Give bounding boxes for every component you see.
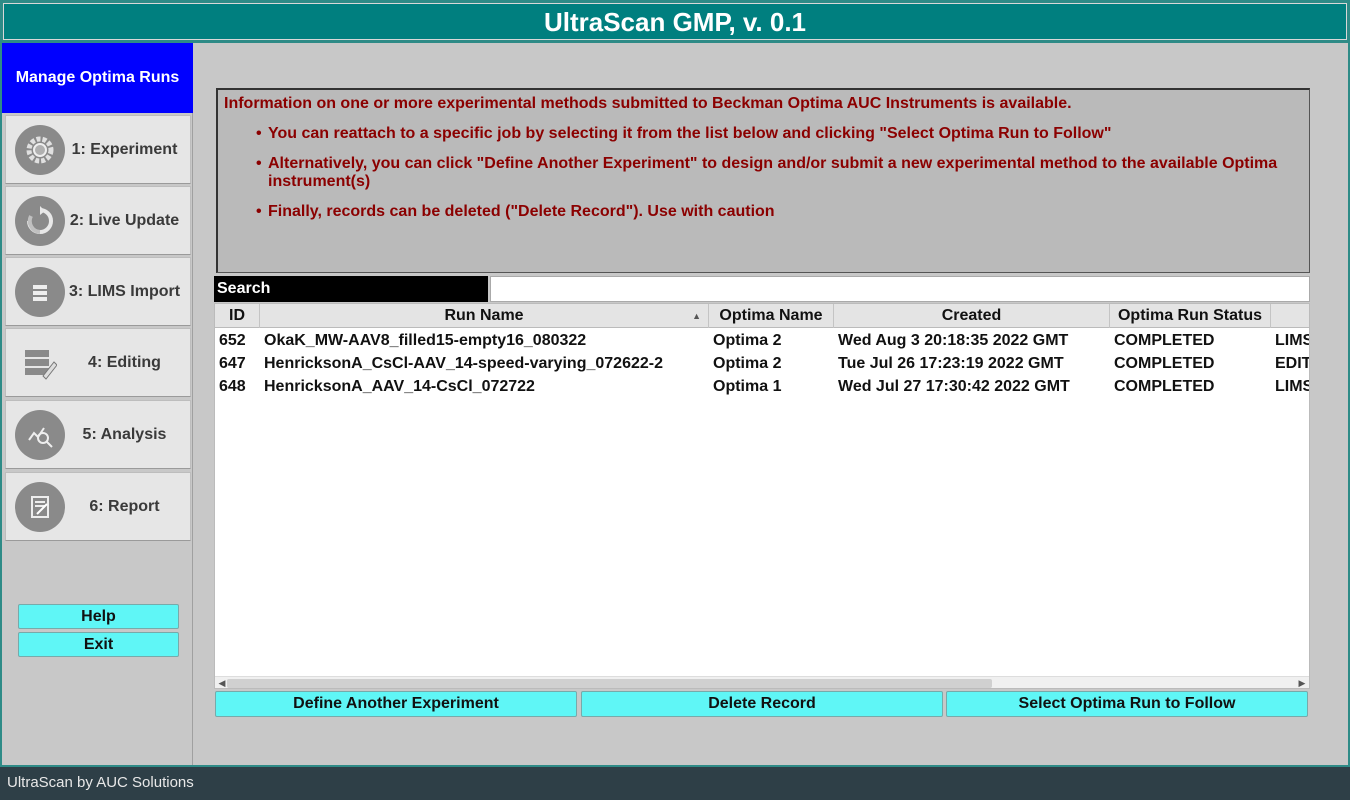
- scrollbar-thumb[interactable]: [227, 679, 992, 688]
- runs-table[interactable]: ID Run Name ▲ Optima Name Created Optima…: [214, 303, 1310, 689]
- sidebar-item-report[interactable]: 6: Report: [5, 472, 191, 541]
- info-bullet-list: You can reattach to a specific job by se…: [224, 125, 1303, 221]
- sidebar-header-manage-optima-runs[interactable]: Manage Optima Runs: [2, 43, 193, 113]
- cell-created: Tue Jul 26 17:23:19 2022 GMT: [838, 355, 1064, 372]
- cloud-database-icon: [15, 266, 65, 317]
- sidebar-item-live-update[interactable]: 2: Live Update: [5, 186, 191, 255]
- exit-button[interactable]: Exit: [18, 632, 179, 657]
- sidebar-item-label: 1: Experiment: [71, 140, 178, 158]
- table-row[interactable]: 647 HenricksonA_CsCl-AAV_14-speed-varyin…: [215, 352, 1310, 375]
- sidebar-item-experiment[interactable]: 1: Experiment: [5, 115, 191, 184]
- cell-status: LIMS: [1275, 332, 1310, 349]
- cell-created: Wed Jul 27 17:30:42 2022 GMT: [838, 378, 1070, 395]
- sort-ascending-icon: ▲: [692, 311, 701, 321]
- sidebar-item-lims-import[interactable]: 3: LIMS Import: [5, 257, 191, 326]
- define-another-experiment-button[interactable]: Define Another Experiment: [215, 691, 577, 717]
- horizontal-scrollbar[interactable]: ◀ ▶: [215, 676, 1309, 688]
- cell-run-status: COMPLETED: [1114, 378, 1215, 395]
- gear-icon: [15, 124, 65, 175]
- cell-run-name: OkaK_MW-AAV8_filled15-empty16_080322: [264, 332, 587, 349]
- app-window: UltraScan GMP, v. 0.1 Manage Optima Runs…: [0, 0, 1350, 800]
- report-icon: [15, 481, 65, 532]
- refresh-icon: [15, 195, 65, 246]
- cell-id: 647: [219, 355, 246, 372]
- table-row[interactable]: 652 OkaK_MW-AAV8_filled15-empty16_080322…: [215, 329, 1310, 352]
- search-input[interactable]: [490, 276, 1310, 302]
- cell-optima-name: Optima 1: [713, 378, 782, 395]
- status-bar: UltraScan by AUC Solutions: [0, 767, 1350, 800]
- table-header: ID Run Name ▲ Optima Name Created Optima…: [215, 304, 1309, 328]
- column-header-optima-run-status[interactable]: Optima Run Status: [1110, 304, 1271, 328]
- chart-search-icon: [15, 409, 65, 460]
- column-header-run-name[interactable]: Run Name ▲: [260, 304, 709, 328]
- delete-record-button[interactable]: Delete Record: [581, 691, 943, 717]
- column-header-optima-name[interactable]: Optima Name: [709, 304, 834, 328]
- cell-optima-name: Optima 2: [713, 355, 782, 372]
- search-label: Search: [214, 276, 488, 302]
- window-title: UltraScan GMP, v. 0.1: [3, 3, 1347, 40]
- edit-database-icon: [15, 338, 65, 388]
- column-header-created[interactable]: Created: [834, 304, 1110, 328]
- sidebar-item-analysis[interactable]: 5: Analysis: [5, 400, 191, 469]
- cell-run-status: COMPLETED: [1114, 355, 1215, 372]
- column-header-label: Run Name: [444, 307, 524, 324]
- scroll-right-icon[interactable]: ▶: [1295, 677, 1309, 688]
- sidebar-item-editing[interactable]: 4: Editing: [5, 328, 191, 397]
- sidebar-item-label: 2: Live Update: [69, 211, 180, 229]
- cell-status: EDIT: [1275, 355, 1310, 372]
- cell-optima-name: Optima 2: [713, 332, 782, 349]
- sidebar-item-label: 3: LIMS Import: [68, 282, 181, 300]
- sidebar-item-label: 4: Editing: [88, 353, 161, 371]
- main-frame: Manage Optima Runs 1: Experiment 2: Live…: [2, 43, 1348, 765]
- sidebar-item-label: 6: Report: [89, 497, 160, 515]
- info-bullet: Alternatively, you can click "Define Ano…: [256, 155, 1303, 191]
- cell-run-name: HenricksonA_AAV_14-CsCl_072722: [264, 378, 535, 395]
- cell-run-name: HenricksonA_CsCl-AAV_14-speed-varying_07…: [264, 355, 663, 372]
- help-button[interactable]: Help: [18, 604, 179, 629]
- sidebar: Manage Optima Runs 1: Experiment 2: Live…: [2, 43, 193, 765]
- select-optima-run-button[interactable]: Select Optima Run to Follow: [946, 691, 1308, 717]
- cell-status: LIMS: [1275, 378, 1310, 395]
- cell-created: Wed Aug 3 20:18:35 2022 GMT: [838, 332, 1069, 349]
- column-header-id[interactable]: ID: [215, 304, 260, 328]
- table-row[interactable]: 648 HenricksonA_AAV_14-CsCl_072722 Optim…: [215, 375, 1310, 398]
- info-bullet: Finally, records can be deleted ("Delete…: [256, 203, 1303, 221]
- cell-run-status: COMPLETED: [1114, 332, 1215, 349]
- info-bullet: You can reattach to a specific job by se…: [256, 125, 1303, 143]
- column-header-status[interactable]: S: [1271, 304, 1309, 328]
- sidebar-item-label: 5: Analysis: [82, 425, 167, 443]
- info-panel: Information on one or more experimental …: [216, 88, 1310, 273]
- cell-id: 652: [219, 332, 246, 349]
- info-lead-text: Information on one or more experimental …: [224, 95, 1072, 112]
- table-body: 652 OkaK_MW-AAV8_filled15-empty16_080322…: [215, 329, 1310, 398]
- cell-id: 648: [219, 378, 246, 395]
